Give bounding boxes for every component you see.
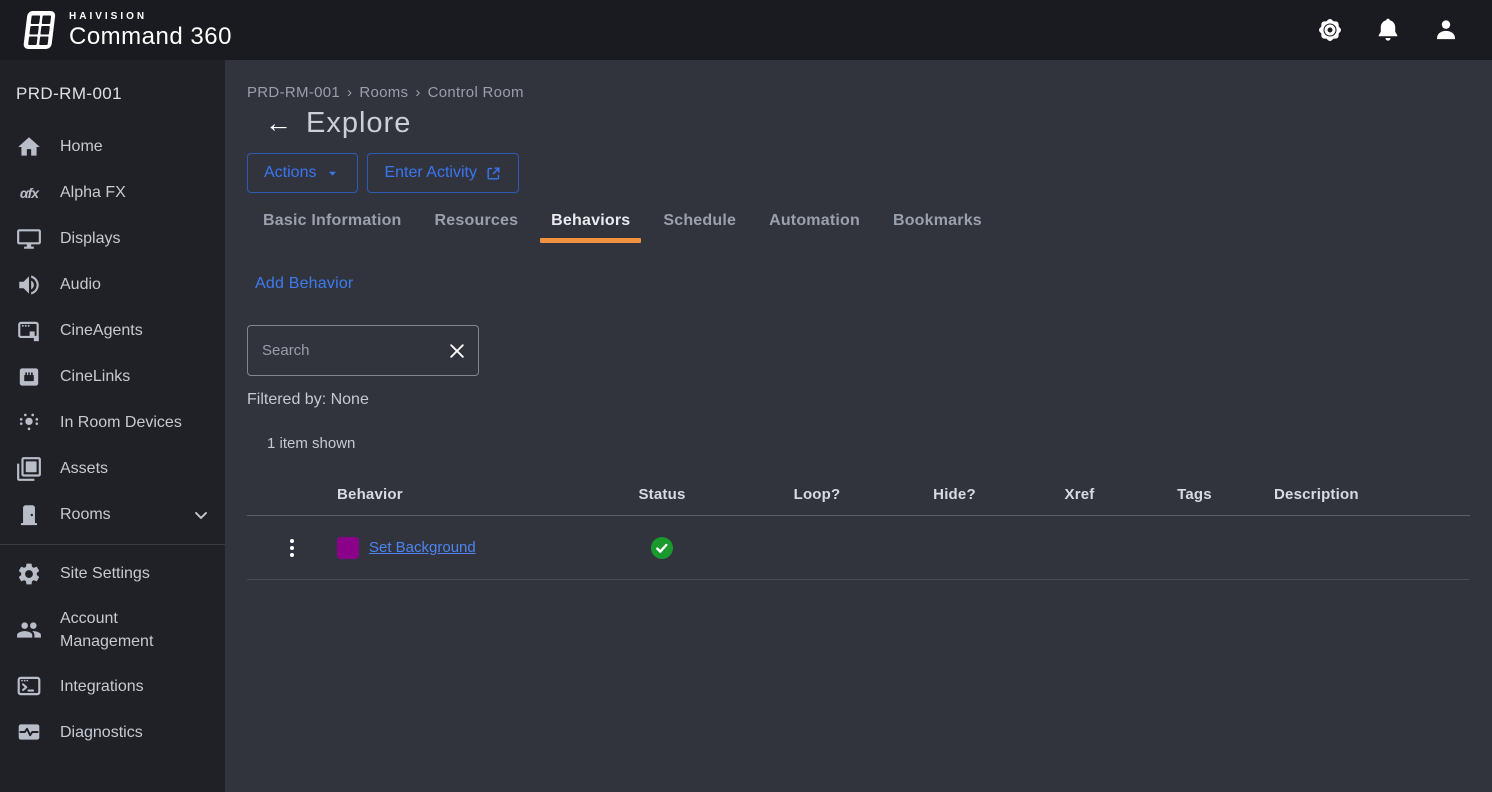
external-link-icon [487, 166, 500, 180]
sidebar-item-assets[interactable]: Assets [0, 446, 225, 492]
breadcrumb: PRD-RM-001 › Rooms › Control Room [247, 84, 524, 101]
account-person-icon[interactable] [1432, 16, 1460, 44]
tab-bookmarks[interactable]: Bookmarks [891, 208, 984, 241]
brand-name: HAIVISION [69, 10, 148, 22]
cinelinks-icon [14, 364, 44, 390]
sidebar-item-cineagents[interactable]: CineAgents [0, 308, 225, 354]
col-behavior: Behavior [337, 486, 403, 503]
back-arrow-icon[interactable]: ← [265, 110, 292, 137]
sidebar-item-diagnostics[interactable]: Diagnostics [0, 709, 225, 755]
assets-icon [14, 456, 44, 482]
items-shown-label: 1 item shown [267, 435, 356, 452]
tab-behaviors[interactable]: Behaviors [540, 208, 642, 243]
behaviors-table: Behavior Status Loop? Hide? Xref Tags De… [247, 474, 1470, 580]
enter-activity-button[interactable]: Enter Activity [367, 153, 519, 193]
add-behavior-link[interactable]: Add Behavior [255, 275, 353, 293]
col-tags: Tags [1177, 486, 1212, 503]
rooms-door-icon [14, 502, 44, 528]
col-xref: Xref [1064, 486, 1095, 503]
search-input[interactable] [248, 342, 440, 359]
sidebar-item-alpha-fx[interactable]: αfx Alpha FX [0, 170, 225, 216]
product-name: Command 360 [69, 22, 232, 50]
sidebar: PRD-RM-001 Home αfx Alpha FX Displays Au… [0, 60, 225, 792]
col-status: Status [638, 486, 686, 503]
sidebar-item-site-settings[interactable]: Site Settings [0, 551, 225, 597]
tab-bar: Basic Information Resources Behaviors Sc… [261, 208, 1492, 243]
page-title: Explore [306, 107, 412, 139]
display-icon [14, 226, 44, 252]
caret-down-icon [329, 171, 337, 176]
sidebar-item-account-management[interactable]: Account Management [0, 597, 225, 663]
site-settings-gear-icon [14, 561, 44, 587]
tab-resources[interactable]: Resources [433, 208, 521, 241]
table-row: Set Background [247, 516, 1470, 580]
tab-basic-information[interactable]: Basic Information [261, 208, 404, 241]
status-enabled-icon [651, 536, 673, 559]
breadcrumb-room[interactable]: PRD-RM-001 [247, 84, 340, 101]
behavior-link[interactable]: Set Background [369, 539, 476, 556]
chevron-down-icon[interactable] [191, 505, 211, 525]
search-clear-icon[interactable] [440, 334, 474, 368]
main-content: PRD-RM-001 › Rooms › Control Room ← Explore … [225, 60, 1492, 792]
behavior-color-chip [337, 536, 359, 559]
sidebar-divider [0, 544, 225, 545]
breadcrumb-rooms[interactable]: Rooms [359, 84, 408, 101]
sidebar-room-title: PRD-RM-001 [16, 84, 123, 103]
audio-icon [14, 272, 44, 298]
sidebar-item-audio[interactable]: Audio [0, 262, 225, 308]
account-management-icon [14, 617, 44, 643]
tab-schedule[interactable]: Schedule [661, 208, 738, 241]
search-box [247, 325, 479, 376]
cineagents-icon [14, 318, 44, 344]
sidebar-item-in-room-devices[interactable]: In Room Devices [0, 400, 225, 446]
sidebar-item-home[interactable]: Home [0, 124, 225, 170]
actions-button[interactable]: Actions [247, 153, 359, 193]
haivision-logo-icon [23, 11, 56, 49]
diagnostics-icon [14, 719, 44, 745]
table-header-row: Behavior Status Loop? Hide? Xref Tags De… [247, 474, 1470, 516]
top-bar: HAIVISION Command 360 [0, 0, 1492, 60]
filtered-by-label: Filtered by: None [247, 391, 369, 408]
col-loop: Loop? [793, 486, 841, 503]
tab-automation[interactable]: Automation [767, 208, 862, 241]
row-menu-kebab-icon[interactable] [280, 535, 304, 561]
alpha-fx-icon: αfx [19, 185, 39, 201]
sidebar-item-rooms[interactable]: Rooms [0, 492, 225, 538]
col-description: Description [1274, 486, 1359, 503]
home-icon [14, 134, 44, 160]
brand: HAIVISION Command 360 [20, 9, 232, 51]
sidebar-item-integrations[interactable]: Integrations [0, 663, 225, 709]
sidebar-item-cinelinks[interactable]: CineLinks [0, 354, 225, 400]
notifications-bell-icon[interactable] [1374, 16, 1402, 44]
breadcrumb-control-room[interactable]: Control Room [428, 84, 524, 101]
integrations-terminal-icon [14, 673, 44, 699]
in-room-devices-icon [14, 410, 44, 436]
col-hide: Hide? [933, 486, 976, 503]
sidebar-item-displays[interactable]: Displays [0, 216, 225, 262]
settings-gear-icon[interactable] [1316, 16, 1344, 44]
